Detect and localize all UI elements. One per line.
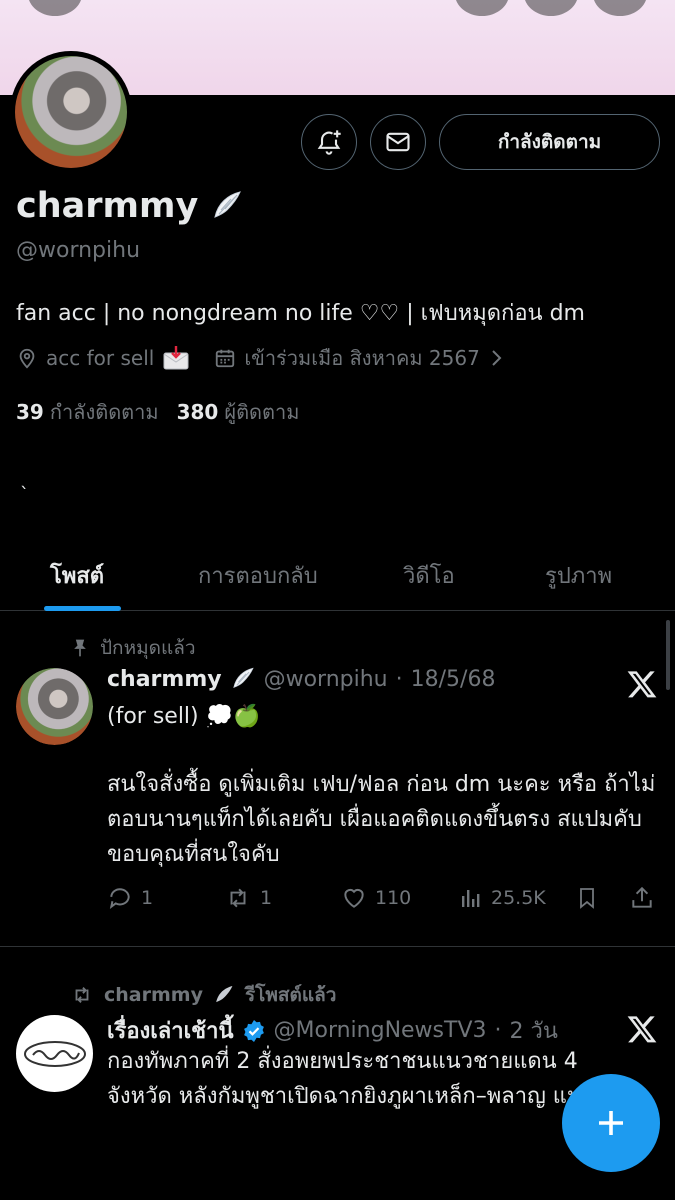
tab-replies[interactable]: การตอบกลับ bbox=[198, 558, 318, 593]
stray-tick: ` bbox=[20, 484, 29, 505]
pinned-label: ปักหมุดแล้ว bbox=[100, 637, 196, 659]
views-count: 25.5K bbox=[491, 887, 546, 909]
views-button[interactable]: 25.5K bbox=[459, 886, 546, 910]
profile-meta: acc for sell เข้าร่วมเมือ สิงหาคม 2567 bbox=[16, 342, 528, 374]
joined-text: เข้าร่วมเมือ สิงหาคม 2567 bbox=[244, 346, 480, 370]
search-button[interactable] bbox=[455, 0, 509, 16]
post-text: สนใจสั่งซื้อ ดูเพิ่มเติม เฟบ/ฟอล ก่อน dm… bbox=[107, 772, 656, 867]
envelope-emoji-icon bbox=[163, 346, 189, 370]
like-count: 110 bbox=[375, 887, 412, 909]
location-pin-icon bbox=[19, 348, 35, 369]
share-button[interactable] bbox=[524, 0, 578, 16]
like-button[interactable]: 110 bbox=[341, 885, 411, 911]
notify-button[interactable] bbox=[301, 114, 357, 170]
compose-button[interactable] bbox=[562, 1074, 660, 1172]
dot-separator: · bbox=[395, 666, 403, 692]
tab-posts[interactable]: โพสต์ bbox=[50, 558, 104, 593]
plus-icon bbox=[599, 1111, 623, 1135]
post-item[interactable]: charmmy รีโพสต์แล้ว เรื่องเล่าเช้านี้ @M… bbox=[0, 947, 675, 1200]
post-actions: 1 1 110 25.5K bbox=[107, 883, 657, 913]
chevron-right-icon bbox=[492, 350, 502, 366]
post-header: charmmy @wornpihu · 18/5/68 bbox=[107, 666, 495, 692]
bell-plus-icon bbox=[317, 130, 341, 155]
wing-icon bbox=[216, 985, 233, 1003]
reposter-name[interactable]: charmmy bbox=[104, 984, 203, 1006]
dot-separator: · bbox=[494, 1018, 502, 1043]
reply-icon bbox=[109, 888, 130, 909]
profile-bio: fan acc | no nongdream no life ♡♡ | เฟบห… bbox=[16, 301, 585, 326]
pinned-context: ปักหมุดแล้ว bbox=[70, 633, 196, 663]
envelope-icon bbox=[386, 132, 410, 152]
heart-icon bbox=[344, 888, 364, 908]
following-stat[interactable]: 39 กำลังติดตาม bbox=[16, 396, 159, 428]
bookmark-button[interactable] bbox=[575, 885, 599, 911]
reply-button[interactable]: 1 bbox=[107, 885, 153, 911]
location-text: acc for sell bbox=[46, 346, 155, 370]
post-handle[interactable]: @wornpihu bbox=[264, 667, 388, 692]
joined-item[interactable]: เข้าร่วมเมือ สิงหาคม 2567 bbox=[214, 342, 504, 374]
profile-avatar[interactable] bbox=[10, 51, 132, 173]
verified-badge-icon bbox=[243, 1019, 264, 1042]
calendar-icon bbox=[216, 349, 235, 368]
wing-icon bbox=[214, 191, 242, 218]
post-date[interactable]: 18/5/68 bbox=[411, 667, 496, 692]
share-icon bbox=[632, 886, 652, 908]
repost-context: charmmy รีโพสต์แล้ว bbox=[70, 980, 336, 1010]
profile-name-text: charmmy bbox=[16, 186, 199, 226]
profile-handle: @wornpihu bbox=[16, 238, 141, 263]
tab-videos[interactable]: วิดีโอ bbox=[403, 558, 455, 593]
post-avatar[interactable] bbox=[16, 668, 93, 745]
repost-button[interactable]: 1 bbox=[224, 885, 272, 911]
followers-stat[interactable]: 380 ผู้ติดตาม bbox=[177, 396, 300, 428]
tab-photos[interactable]: รูปภาพ bbox=[545, 558, 612, 593]
post-author[interactable]: เรื่องเล่าเช้านี้ bbox=[107, 1013, 234, 1048]
back-button[interactable] bbox=[28, 0, 82, 16]
reply-count: 1 bbox=[141, 887, 154, 909]
post-author[interactable]: charmmy bbox=[107, 667, 222, 692]
repost-icon bbox=[75, 987, 89, 1003]
post-avatar[interactable] bbox=[16, 1015, 93, 1092]
repost-action: รีโพสต์แล้ว bbox=[244, 984, 337, 1006]
profile-stats: 39 กำลังติดตาม 380 ผู้ติดตาม bbox=[16, 396, 299, 428]
post-header: เรื่องเล่าเช้านี้ @MorningNewsTV3 · 2 วั… bbox=[107, 1013, 558, 1048]
pin-icon bbox=[74, 639, 86, 657]
news-logo-icon bbox=[23, 1040, 86, 1067]
share-post-button[interactable] bbox=[629, 885, 655, 911]
more-button[interactable] bbox=[593, 0, 647, 16]
views-icon bbox=[462, 890, 480, 907]
repost-count: 1 bbox=[260, 887, 273, 909]
wing-icon bbox=[232, 667, 254, 689]
location-item: acc for sell bbox=[16, 345, 190, 371]
profile-tabs: โพสต์ การตอบกลับ วิดีโอ รูปภาพ bbox=[0, 540, 675, 611]
x-logo-icon[interactable] bbox=[626, 668, 658, 700]
post-date[interactable]: 2 วัน bbox=[510, 1013, 558, 1048]
post-text: กองทัพภาคที่ 2 สั่งอพยพประชาชนแนวชายแดน … bbox=[107, 1049, 637, 1109]
post-handle[interactable]: @MorningNewsTV3 bbox=[274, 1018, 487, 1043]
bookmark-icon bbox=[580, 888, 594, 909]
post-first-line: (for sell) 💭🍏 bbox=[107, 704, 261, 729]
profile-name: charmmy bbox=[16, 186, 244, 226]
post-item[interactable]: ปักหมุดแล้ว charmmy @wornpihu · 18/5/68 … bbox=[0, 611, 675, 946]
repost-icon bbox=[230, 888, 246, 908]
following-button[interactable]: กำลังติดตาม bbox=[439, 114, 660, 170]
x-logo-icon[interactable] bbox=[626, 1013, 658, 1045]
message-button[interactable] bbox=[370, 114, 426, 170]
